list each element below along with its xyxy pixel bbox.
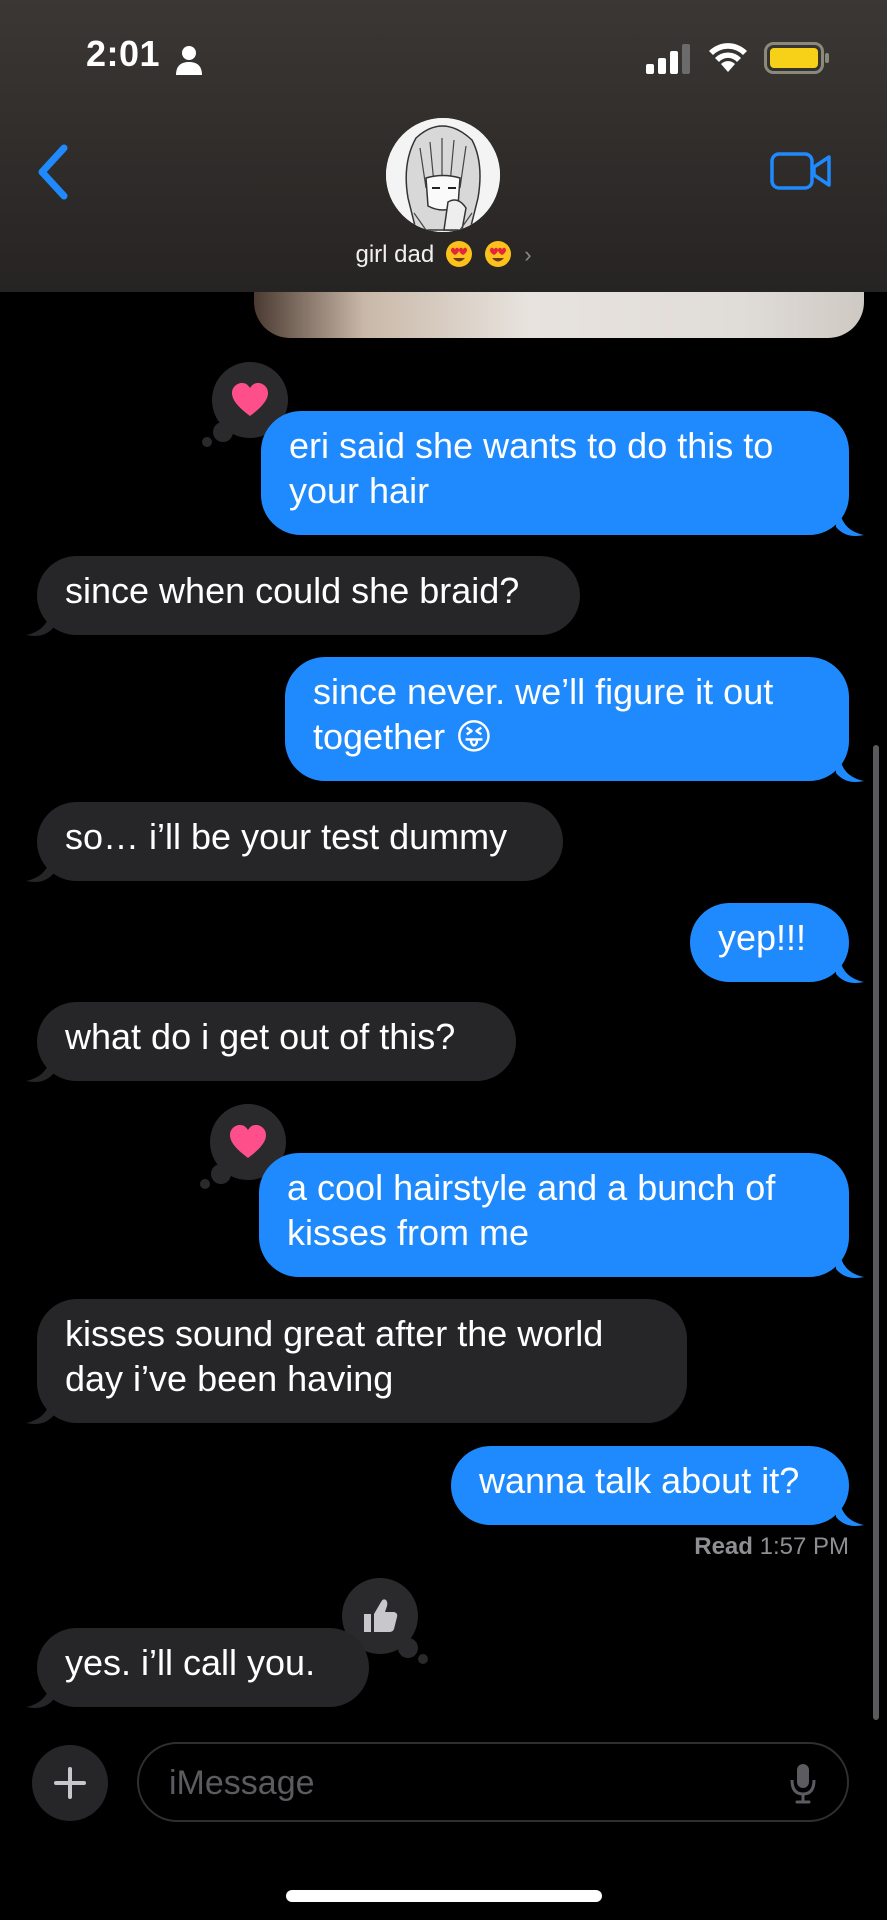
message-bubble-received[interactable]: what do i get out of this? [37, 1002, 516, 1081]
heart-eyes-emoji-icon [484, 241, 511, 267]
message-bubble-received[interactable]: since when could she braid? [37, 556, 580, 635]
reaction-tail-dot [202, 437, 212, 447]
message-bubble-received[interactable]: kisses sound great after the world day i… [37, 1299, 687, 1423]
bubble-tail [26, 1059, 54, 1082]
thumbs-up-icon [364, 1599, 398, 1632]
bubble-tail [836, 1503, 864, 1526]
chevron-right-icon: › [524, 242, 532, 267]
back-button[interactable] [34, 142, 74, 202]
read-label: Read [694, 1533, 753, 1560]
bubble-tail [26, 1685, 54, 1708]
bubble-tail [836, 759, 864, 782]
manga-portrait-drawing [386, 118, 500, 232]
video-camera-button[interactable] [770, 150, 832, 192]
bubble-tail [836, 960, 864, 983]
heart-icon [230, 1125, 266, 1158]
reaction-tail-dot [213, 422, 233, 442]
contact-avatar[interactable] [386, 118, 500, 232]
bubble-tail [26, 859, 54, 882]
message-bubble-received[interactable]: yes. i’ll call you. [37, 1628, 369, 1707]
battery-icon [764, 42, 829, 74]
reaction-tail-dot [200, 1179, 210, 1189]
heart-eyes-emoji-icon [445, 241, 472, 267]
bubble-tail [836, 513, 864, 536]
home-indicator[interactable] [286, 1890, 602, 1902]
message-bubble-sent[interactable]: yep!!! [690, 903, 849, 982]
scrollbar[interactable] [873, 745, 879, 1720]
contact-name-button[interactable]: girl dad › [0, 240, 887, 269]
message-bubble-sent[interactable]: wanna talk about it? [451, 1446, 849, 1525]
bubble-tail [836, 1255, 864, 1278]
conversation-header: 2:01 girl dad › [0, 0, 887, 292]
read-time: 1:57 PM [759, 1533, 849, 1560]
message-composer[interactable] [137, 1742, 849, 1822]
reaction-tail-dot [211, 1164, 231, 1184]
read-receipt: Read 1:57 PM [694, 1533, 849, 1561]
contact-name: girl dad [355, 241, 435, 268]
status-time: 2:01 [86, 33, 161, 74]
message-bubble-sent[interactable]: eri said she wants to do this to your ha… [261, 411, 849, 535]
wifi-icon [709, 43, 747, 72]
bubble-tail [26, 613, 54, 636]
messages-screen: 2:01 girl dad › eri said she wants to do… [0, 0, 887, 1920]
reaction-tail-dot [398, 1638, 418, 1658]
signal-icon [646, 44, 690, 74]
message-bubble-sent[interactable]: since never. we’ll figure it out togethe… [285, 657, 849, 781]
message-bubble-sent[interactable]: a cool hairstyle and a bunch of kisses f… [259, 1153, 849, 1277]
plus-icon [54, 1767, 86, 1799]
bubble-tail [26, 1401, 54, 1424]
message-bubble-received[interactable]: so… i’ll be your test dummy [37, 802, 563, 881]
reaction-tail-dot [418, 1654, 428, 1664]
apps-plus-button[interactable] [32, 1745, 108, 1821]
heart-icon [232, 383, 268, 416]
imessage-input[interactable] [167, 1756, 771, 1810]
person-icon [176, 46, 202, 75]
microphone-icon[interactable] [789, 1762, 817, 1804]
